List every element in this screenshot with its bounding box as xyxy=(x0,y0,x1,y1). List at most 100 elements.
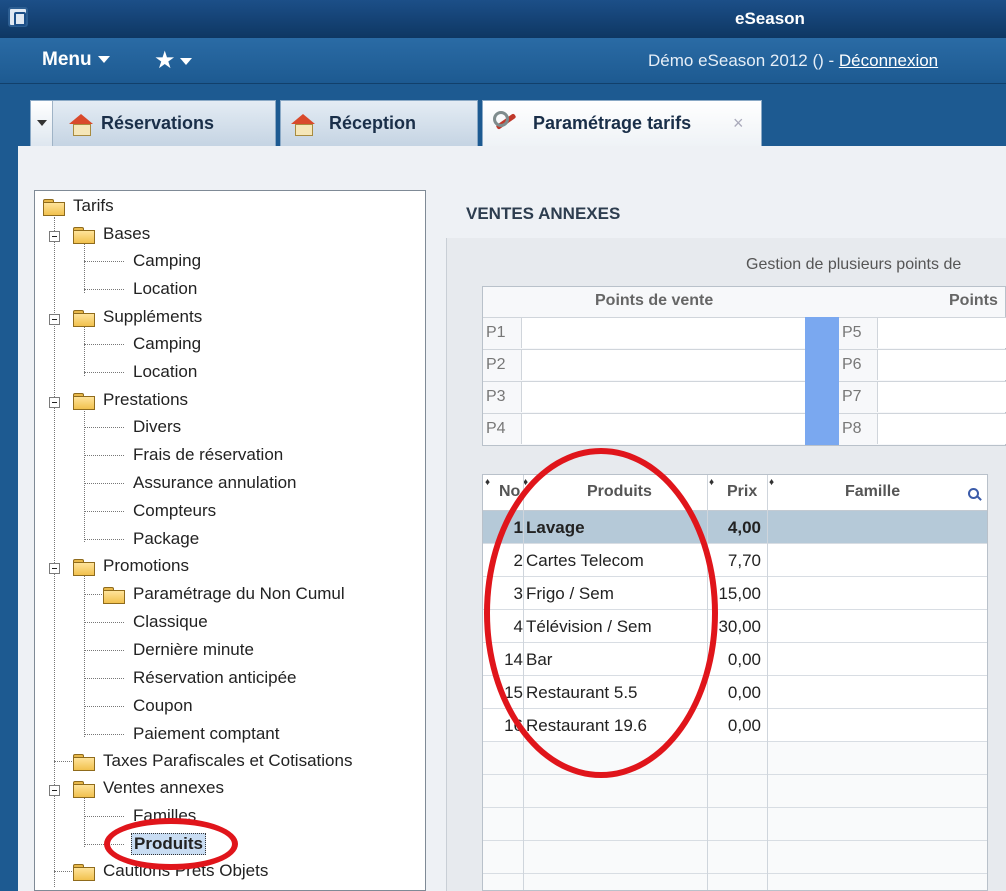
cell-prix: 0,00 xyxy=(727,716,761,735)
folder-icon xyxy=(73,559,95,576)
tree-node-taxes-parafiscales[interactable]: Taxes Parafiscales et Cotisations xyxy=(103,751,352,771)
folder-icon xyxy=(103,587,125,604)
tree-node-camping[interactable]: Camping xyxy=(133,334,201,354)
wrench-icon xyxy=(491,109,521,135)
point-name-field[interactable] xyxy=(877,382,1006,412)
point-name-field[interactable] xyxy=(877,318,1006,348)
collapse-icon[interactable] xyxy=(49,314,60,325)
folder-icon xyxy=(73,310,95,327)
tree-guide xyxy=(84,797,85,847)
favorites-button[interactable]: ★ xyxy=(154,46,192,75)
cell-prix: 30,00 xyxy=(718,617,761,636)
folder-icon xyxy=(73,393,95,410)
section-title: VENTES ANNEXES xyxy=(466,204,621,223)
tree-node-location[interactable]: Location xyxy=(133,279,197,299)
menu-button[interactable]: Menu xyxy=(42,49,110,71)
tree-guide xyxy=(84,706,124,707)
tab-reception[interactable]: Réception xyxy=(280,100,478,146)
point-code: P3 xyxy=(486,388,506,405)
chevron-down-icon xyxy=(179,58,192,66)
tree-node-promotions[interactable]: Promotions xyxy=(103,556,189,576)
tree-guide xyxy=(84,483,124,484)
tree-node-frais-reservation[interactable]: Frais de réservation xyxy=(133,445,283,465)
empty-row[interactable] xyxy=(483,841,987,874)
point-code: P5 xyxy=(842,324,862,341)
tree-node-supplements[interactable]: Suppléments xyxy=(103,307,202,327)
collapse-icon[interactable] xyxy=(49,397,60,408)
tree-node-package[interactable]: Package xyxy=(133,529,199,549)
point-code: P4 xyxy=(486,420,506,437)
cell-prix: 0,00 xyxy=(727,650,761,669)
column-divider xyxy=(707,475,708,890)
tree-guide xyxy=(84,326,85,376)
tree-node-ventes-annexes[interactable]: Ventes annexes xyxy=(103,778,224,798)
tree-node-non-cumul[interactable]: Paramétrage du Non Cumul xyxy=(133,584,345,604)
tab-reservations[interactable]: Réservations xyxy=(30,100,276,147)
tree-node-classique[interactable]: Classique xyxy=(133,612,208,632)
folder-icon xyxy=(43,199,65,216)
annotation-oval-products xyxy=(484,448,718,778)
logout-link[interactable]: Déconnexion xyxy=(839,51,938,70)
collapse-icon[interactable] xyxy=(49,563,60,574)
collapse-icon[interactable] xyxy=(49,231,60,242)
tab-dropdown-button[interactable] xyxy=(31,101,53,147)
tree-guide xyxy=(84,261,124,262)
tree-node-reservation-anticipee[interactable]: Réservation anticipée xyxy=(133,668,296,688)
window-title: eSeason xyxy=(735,9,805,28)
tab-parametrage-tarifs[interactable]: Paramétrage tarifs × xyxy=(482,100,762,148)
point-name-field[interactable] xyxy=(521,414,805,444)
cell-prix: 15,00 xyxy=(718,584,761,603)
point-name-field[interactable] xyxy=(877,350,1006,380)
points-de-vente-subtitle: Gestion de plusieurs points de xyxy=(746,256,962,273)
home-icon xyxy=(69,114,93,136)
point-row: P1 xyxy=(483,317,805,348)
tree-node-paiement-comptant[interactable]: Paiement comptant xyxy=(133,724,279,744)
header-famille[interactable]: Famille xyxy=(845,483,900,501)
point-name-field[interactable] xyxy=(521,350,805,380)
point-name-field[interactable] xyxy=(521,318,805,348)
tab-label: Réservations xyxy=(101,113,215,133)
sort-icon[interactable]: ♦ xyxy=(485,477,490,488)
title-bar: eSeason xyxy=(0,0,1006,38)
point-row: P5 xyxy=(839,317,1006,348)
tree-node-prestations[interactable]: Prestations xyxy=(103,390,188,410)
folder-icon xyxy=(73,781,95,798)
search-icon[interactable] xyxy=(968,488,982,502)
tree-node-derniere-minute[interactable]: Dernière minute xyxy=(133,640,254,660)
sort-icon[interactable]: ♦ xyxy=(709,477,714,488)
point-row: P2 xyxy=(483,349,805,380)
empty-row[interactable] xyxy=(483,808,987,841)
sort-icon[interactable]: ♦ xyxy=(769,477,774,488)
empty-row[interactable] xyxy=(483,775,987,808)
point-row: P8 xyxy=(839,413,1006,444)
header-prix[interactable]: Prix xyxy=(727,483,757,501)
tree-node-bases[interactable]: Bases xyxy=(103,224,150,244)
tab-label: Paramétrage tarifs xyxy=(533,113,692,133)
point-row: P7 xyxy=(839,381,1006,412)
tree-guide xyxy=(84,372,124,373)
folder-icon xyxy=(73,754,95,771)
left-window-border xyxy=(0,146,18,891)
tree-guide xyxy=(84,289,124,290)
tree-guide xyxy=(84,344,124,345)
points-de-vente-table: Points de vente Points P1 P2 P3 P4 P5 P6… xyxy=(482,286,1006,446)
tree-node-camping[interactable]: Camping xyxy=(133,251,201,271)
tree-node-assurance-annulation[interactable]: Assurance annulation xyxy=(133,473,297,493)
close-icon[interactable]: × xyxy=(733,113,744,134)
tree-node-tarifs[interactable]: Tarifs xyxy=(73,196,114,216)
tree-node-compteurs[interactable]: Compteurs xyxy=(133,501,216,521)
collapse-icon[interactable] xyxy=(49,785,60,796)
point-code: P8 xyxy=(842,420,862,437)
tab-strip: Réservations Réception Paramétrage tarif… xyxy=(0,84,1006,148)
app-icon[interactable] xyxy=(8,7,28,27)
tarifs-tree[interactable]: Tarifs Bases Camping Location Supplément… xyxy=(34,190,426,891)
menu-bar: Menu ★ Démo eSeason 2012 () - Déconnexio… xyxy=(0,38,1006,84)
tree-node-coupon[interactable]: Coupon xyxy=(133,696,193,716)
tree-node-divers[interactable]: Divers xyxy=(133,417,181,437)
tree-guide xyxy=(54,871,72,872)
point-name-field[interactable] xyxy=(877,414,1006,444)
tree-node-location[interactable]: Location xyxy=(133,362,197,382)
tree-guide xyxy=(84,511,124,512)
point-name-field[interactable] xyxy=(521,382,805,412)
tree-guide xyxy=(84,455,124,456)
